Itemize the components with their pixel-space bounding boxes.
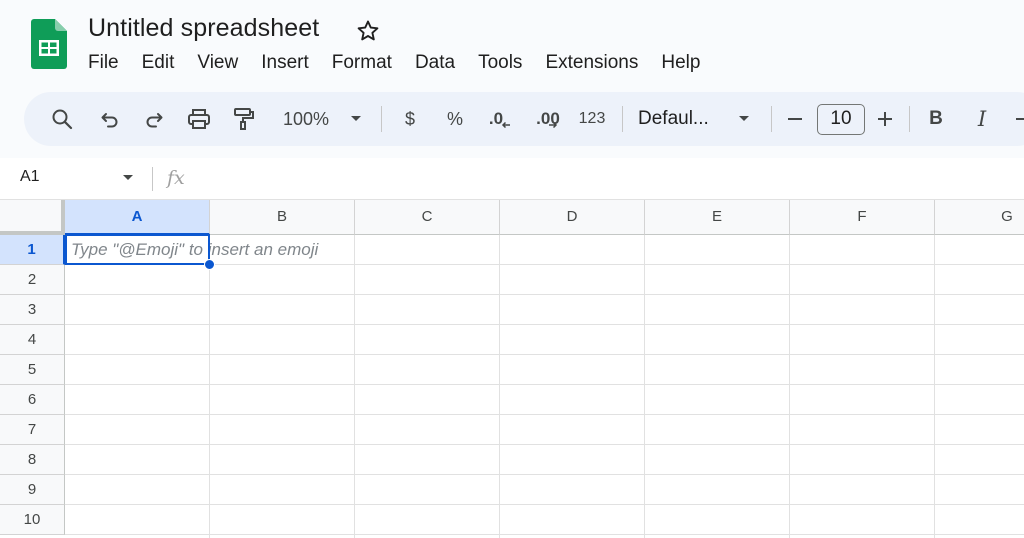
menu-format[interactable]: Format [324, 50, 400, 76]
fill-handle[interactable] [204, 259, 215, 270]
strikethrough-icon[interactable] [1012, 92, 1024, 146]
column-header-d[interactable]: D [500, 200, 645, 235]
row-header-9[interactable]: 9 [0, 475, 65, 505]
decrease-decimal-button[interactable]: .0 [484, 92, 516, 146]
gridline [934, 235, 935, 538]
menu-extensions[interactable]: Extensions [537, 50, 646, 76]
undo-icon[interactable] [96, 92, 124, 146]
font-size-input[interactable]: 10 [817, 104, 865, 135]
print-icon[interactable] [185, 92, 213, 146]
name-box-dropdown-icon[interactable] [122, 174, 134, 182]
increase-decimal-button[interactable]: .00 [529, 92, 565, 146]
format-percent-button[interactable]: % [443, 92, 467, 146]
menu-bar: File Edit View Insert Format Data Tools … [80, 50, 708, 76]
row-header-2[interactable]: 2 [0, 265, 65, 295]
zoom-select[interactable]: 100% [276, 92, 336, 146]
menu-insert[interactable]: Insert [253, 50, 317, 76]
arrow-right-icon [548, 121, 557, 129]
search-icon[interactable] [48, 92, 76, 146]
gridline [65, 474, 1024, 475]
column-header-g[interactable]: G [935, 200, 1024, 235]
row-header-7[interactable]: 7 [0, 415, 65, 445]
paint-format-icon[interactable] [230, 92, 258, 146]
bold-button[interactable]: B [924, 92, 948, 146]
font-dropdown-icon[interactable] [734, 92, 754, 146]
gridline [65, 534, 1024, 535]
formula-bar: A1 fx [0, 158, 1024, 200]
toolbar-divider [381, 106, 382, 132]
gridline [209, 235, 210, 538]
gridline [65, 294, 1024, 295]
name-box[interactable]: A1 [20, 168, 40, 186]
gridline [65, 504, 1024, 505]
document-title[interactable]: Untitled spreadsheet [88, 14, 319, 43]
toolbar-divider [909, 106, 910, 132]
redo-icon[interactable] [140, 92, 168, 146]
column-header-b[interactable]: B [210, 200, 355, 235]
gridline [789, 235, 790, 538]
column-header-f[interactable]: F [790, 200, 935, 235]
arrow-left-icon [502, 121, 511, 129]
column-header-e[interactable]: E [645, 200, 790, 235]
app-header: Untitled spreadsheet File Edit View Inse… [0, 0, 1024, 90]
menu-tools[interactable]: Tools [470, 50, 530, 76]
zoom-dropdown-icon[interactable] [346, 92, 366, 146]
format-currency-button[interactable]: $ [398, 92, 422, 146]
row-header-5[interactable]: 5 [0, 355, 65, 385]
menu-help[interactable]: Help [653, 50, 708, 76]
increase-font-size-icon[interactable] [874, 92, 896, 146]
decrease-font-size-icon[interactable] [784, 92, 806, 146]
gridline [65, 444, 1024, 445]
font-family-select[interactable]: Defaul... [638, 92, 724, 146]
menu-data[interactable]: Data [407, 50, 463, 76]
menu-view[interactable]: View [189, 50, 246, 76]
menu-file[interactable]: File [80, 50, 127, 76]
row-header-6[interactable]: 6 [0, 385, 65, 415]
italic-button[interactable]: I [970, 92, 994, 146]
row-header-3[interactable]: 3 [0, 295, 65, 325]
gridline [65, 324, 1024, 325]
gridline [499, 235, 500, 538]
active-cell-a1[interactable] [65, 234, 210, 265]
row-header-10[interactable]: 10 [0, 505, 65, 535]
fx-icon: fx [167, 167, 185, 189]
star-icon[interactable] [356, 19, 380, 43]
gridline [644, 235, 645, 538]
sheets-logo-icon[interactable] [31, 19, 67, 69]
gridline [65, 354, 1024, 355]
select-all-corner[interactable] [0, 200, 65, 235]
row-header-1[interactable]: 1 [0, 235, 65, 265]
gridline [65, 384, 1024, 385]
spreadsheet-grid[interactable]: A B C D E F G 1 2 3 4 5 6 7 8 9 10 Type … [0, 200, 1024, 538]
row-header-8[interactable]: 8 [0, 445, 65, 475]
row-header-4[interactable]: 4 [0, 325, 65, 355]
more-formats-button[interactable]: 123 [574, 92, 610, 146]
toolbar-divider [622, 106, 623, 132]
menu-edit[interactable]: Edit [134, 50, 183, 76]
column-header-a[interactable]: A [65, 200, 210, 235]
column-header-c[interactable]: C [355, 200, 500, 235]
gridline [65, 414, 1024, 415]
toolbar: 100% $ % .0 .00 123 Defaul... 10 B I [24, 92, 1024, 146]
gridline [354, 235, 355, 538]
formula-bar-divider [152, 167, 153, 191]
toolbar-divider [771, 106, 772, 132]
